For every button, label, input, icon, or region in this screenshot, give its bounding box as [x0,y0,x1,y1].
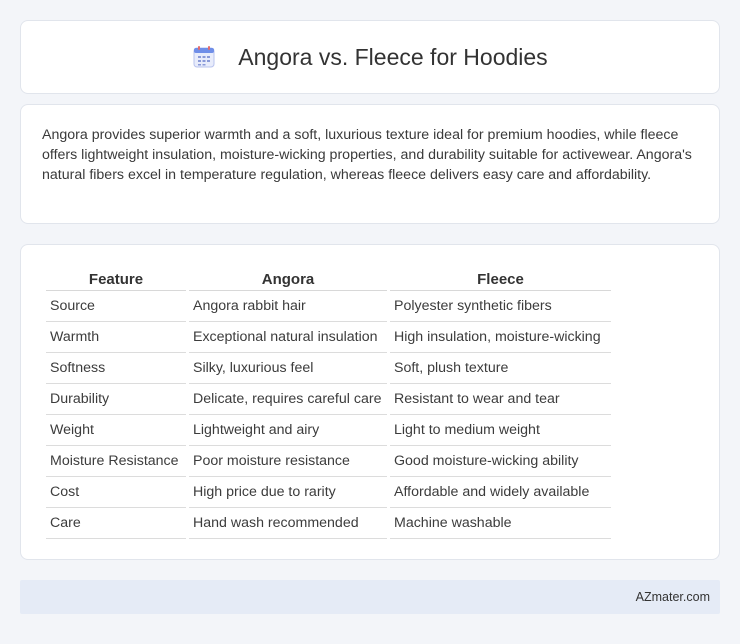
table-row: Softness Silky, luxurious feel Soft, plu… [46,353,611,384]
fleece-cell: Affordable and widely available [390,477,611,508]
column-header-feature: Feature [46,269,186,291]
fleece-cell: Good moisture-wicking ability [390,446,611,477]
fleece-cell: Polyester synthetic fibers [390,291,611,322]
fleece-cell: Machine washable [390,508,611,539]
table-row: Care Hand wash recommended Machine washa… [46,508,611,539]
table-row: Source Angora rabbit hair Polyester synt… [46,291,611,322]
feature-cell: Durability [46,384,186,415]
footer-site-link[interactable]: AZmater.com [636,590,710,604]
angora-cell: Hand wash recommended [189,508,387,539]
table-row: Moisture Resistance Poor moisture resist… [46,446,611,477]
fleece-cell: Light to medium weight [390,415,611,446]
angora-cell: Delicate, requires careful care [189,384,387,415]
title-card: Angora vs. Fleece for Hoodies [20,20,720,94]
feature-cell: Care [46,508,186,539]
feature-cell: Warmth [46,322,186,353]
comparison-table-card: Feature Angora Fleece Source Angora rabb… [20,244,720,560]
feature-cell: Softness [46,353,186,384]
angora-cell: High price due to rarity [189,477,387,508]
summary-card: Angora provides superior warmth and a so… [20,104,720,224]
column-header-angora: Angora [189,269,387,291]
table-header-row: Feature Angora Fleece [46,269,611,291]
angora-cell: Lightweight and airy [189,415,387,446]
table-row: Durability Delicate, requires careful ca… [46,384,611,415]
table-row: Cost High price due to rarity Affordable… [46,477,611,508]
column-header-fleece: Fleece [390,269,611,291]
page-title: Angora vs. Fleece for Hoodies [238,43,548,70]
fleece-cell: Soft, plush texture [390,353,611,384]
fleece-cell: High insulation, moisture-wicking [390,322,611,353]
feature-cell: Moisture Resistance [46,446,186,477]
calendar-icon [192,45,216,69]
summary-text: Angora provides superior warmth and a so… [42,127,692,183]
table-row: Weight Lightweight and airy Light to med… [46,415,611,446]
angora-cell: Angora rabbit hair [189,291,387,322]
comparison-table: Feature Angora Fleece Source Angora rabb… [43,269,614,539]
table-row: Warmth Exceptional natural insulation Hi… [46,322,611,353]
feature-cell: Source [46,291,186,322]
fleece-cell: Resistant to wear and tear [390,384,611,415]
feature-cell: Weight [46,415,186,446]
angora-cell: Poor moisture resistance [189,446,387,477]
angora-cell: Silky, luxurious feel [189,353,387,384]
angora-cell: Exceptional natural insulation [189,322,387,353]
feature-cell: Cost [46,477,186,508]
footer: AZmater.com [20,580,720,614]
